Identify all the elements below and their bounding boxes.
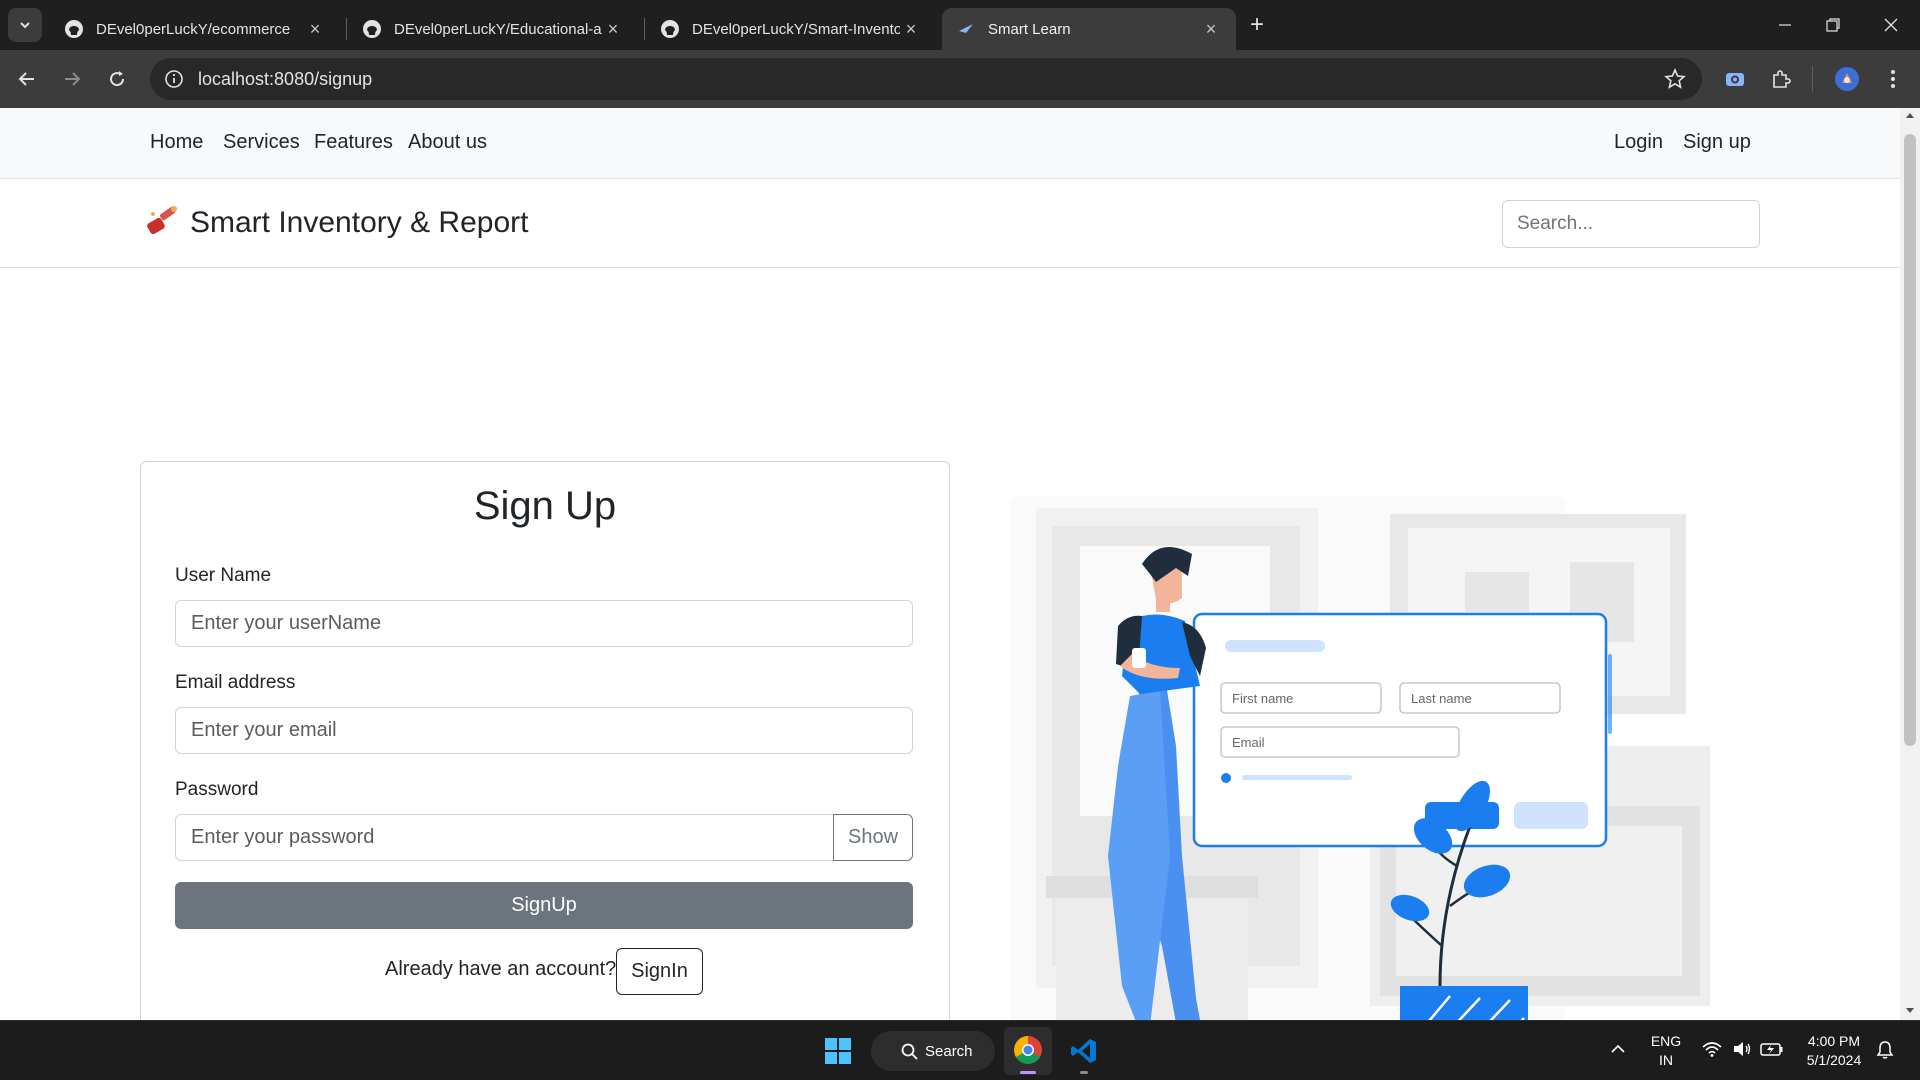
vscode-taskbar-app[interactable] xyxy=(1060,1027,1108,1075)
email-label: Email address xyxy=(175,672,296,693)
password-input[interactable] xyxy=(175,814,834,861)
close-icon xyxy=(1884,18,1898,32)
new-tab-button[interactable]: + xyxy=(1242,10,1272,40)
minimize-button[interactable] xyxy=(1762,4,1808,46)
github-icon xyxy=(363,20,381,38)
windows-start-icon[interactable] xyxy=(824,1037,852,1065)
reload-icon xyxy=(110,71,125,87)
chrome-taskbar-app[interactable] xyxy=(1004,1027,1052,1075)
tab-divider xyxy=(346,18,347,40)
github-icon xyxy=(661,20,679,38)
tab-search-button[interactable] xyxy=(8,8,42,42)
search-input[interactable] xyxy=(1502,200,1760,248)
tab-title: DEvel0perLuckY/ecommerce xyxy=(96,20,291,38)
browser-tab-1[interactable]: DEvel0perLuckY/ecommerce × xyxy=(50,8,340,50)
puzzle-icon xyxy=(1773,70,1791,88)
volume-icon[interactable] xyxy=(1732,1041,1752,1057)
browser-tab-2[interactable]: DEvel0perLuckY/Educational-app × xyxy=(348,8,638,50)
search-icon xyxy=(901,1043,918,1060)
close-icon[interactable]: × xyxy=(602,19,624,40)
tab-title: DEvel0perLuckY/Smart-Inventory xyxy=(692,20,900,38)
region-code: IN xyxy=(1659,1052,1673,1068)
show-password-button[interactable]: Show xyxy=(833,814,913,861)
page-scrollbar[interactable] xyxy=(1900,108,1920,1020)
vscode-icon xyxy=(1071,1039,1096,1063)
tab-title: DEvel0perLuckY/Educational-app xyxy=(394,20,602,38)
star-icon[interactable] xyxy=(1664,68,1686,90)
chrome-icon xyxy=(1014,1036,1042,1064)
restore-button[interactable] xyxy=(1810,4,1856,46)
arrow-left-icon xyxy=(18,72,34,86)
reload-button[interactable] xyxy=(100,62,134,96)
password-label: Password xyxy=(175,779,259,800)
restore-icon xyxy=(1826,18,1840,32)
nav-login[interactable]: Login xyxy=(1614,131,1663,154)
minimize-icon xyxy=(1779,24,1791,26)
browser-tab-4-active[interactable]: Smart Learn × xyxy=(942,8,1236,50)
language-code: ENG xyxy=(1650,1033,1682,1049)
signup-button[interactable]: SignUp xyxy=(175,882,913,929)
username-label: User Name xyxy=(175,565,272,586)
username-input[interactable] xyxy=(175,600,913,647)
github-icon xyxy=(65,20,83,38)
tab-divider xyxy=(644,18,645,40)
open-app-indicator xyxy=(1080,1071,1088,1074)
email-input[interactable] xyxy=(175,707,913,754)
form-card-graphic: First name Last name Email xyxy=(1192,612,1612,848)
extensions-button[interactable] xyxy=(1764,62,1798,96)
illus-first-name-label: First name xyxy=(1232,691,1293,706)
browser-menu-button[interactable] xyxy=(1876,62,1910,96)
camera-icon xyxy=(1726,73,1744,86)
illus-last-name-label: Last name xyxy=(1411,691,1472,706)
signup-illustration: First name Last name Email xyxy=(1010,496,1710,1020)
scrollbar-thumb[interactable] xyxy=(1904,134,1916,746)
taskbar-search[interactable]: Search xyxy=(871,1031,995,1071)
more-vert-icon xyxy=(1891,70,1895,88)
clock[interactable]: 4:00 PM 5/1/2024 xyxy=(1796,1032,1872,1070)
close-icon[interactable]: × xyxy=(304,19,326,40)
scroll-up-icon[interactable] xyxy=(1900,108,1920,122)
forward-button[interactable] xyxy=(55,62,89,96)
battery-icon[interactable] xyxy=(1760,1041,1784,1057)
url-text[interactable]: localhost:8080/signup xyxy=(198,69,372,90)
browser-toolbar: localhost:8080/signup xyxy=(0,50,1920,108)
back-button[interactable] xyxy=(10,62,44,96)
active-app-indicator xyxy=(1020,1071,1036,1074)
chevron-up-icon[interactable] xyxy=(1610,1043,1626,1055)
toolbar-divider xyxy=(1812,66,1813,92)
clock-time: 4:00 PM xyxy=(1807,1033,1861,1049)
browser-tab-3[interactable]: DEvel0perLuckY/Smart-Inventory × xyxy=(646,8,936,50)
signin-prompt: Already have an account? xyxy=(385,958,617,980)
chevron-down-icon xyxy=(20,22,30,29)
site-icon xyxy=(959,24,973,33)
tab-title: Smart Learn xyxy=(988,20,1071,38)
windows-taskbar: Search ENG IN 4:00 PM 5/1/2024 xyxy=(0,1020,1920,1080)
input-language[interactable]: ENG IN xyxy=(1646,1032,1686,1070)
illus-email-label: Email xyxy=(1232,735,1265,750)
info-icon[interactable] xyxy=(164,69,184,89)
close-icon[interactable]: × xyxy=(1200,19,1222,40)
arrow-right-icon xyxy=(65,72,81,86)
signin-button[interactable]: SignIn xyxy=(616,948,703,995)
taskbar-search-label: Search xyxy=(925,1042,973,1060)
profile-button[interactable] xyxy=(1830,62,1864,96)
scroll-down-icon[interactable] xyxy=(1900,1004,1920,1018)
screen-capture-button[interactable] xyxy=(1718,62,1752,96)
close-icon[interactable]: × xyxy=(900,19,922,40)
close-window-button[interactable] xyxy=(1868,4,1914,46)
clock-date: 5/1/2024 xyxy=(1806,1052,1862,1068)
web-page: Home Services Features About us Login Si… xyxy=(0,108,1900,1020)
signup-form: User Name Email address Password Show Si… xyxy=(140,108,950,1020)
nav-sign-up[interactable]: Sign up xyxy=(1683,131,1751,154)
wifi-icon[interactable] xyxy=(1702,1041,1722,1057)
avatar-icon xyxy=(1835,67,1859,91)
address-bar[interactable]: localhost:8080/signup xyxy=(150,58,1702,100)
notification-bell-icon[interactable] xyxy=(1876,1040,1894,1060)
browser-tab-strip: DEvel0perLuckY/ecommerce × DEvel0perLuck… xyxy=(0,0,1920,50)
plus-icon: + xyxy=(1249,11,1264,38)
